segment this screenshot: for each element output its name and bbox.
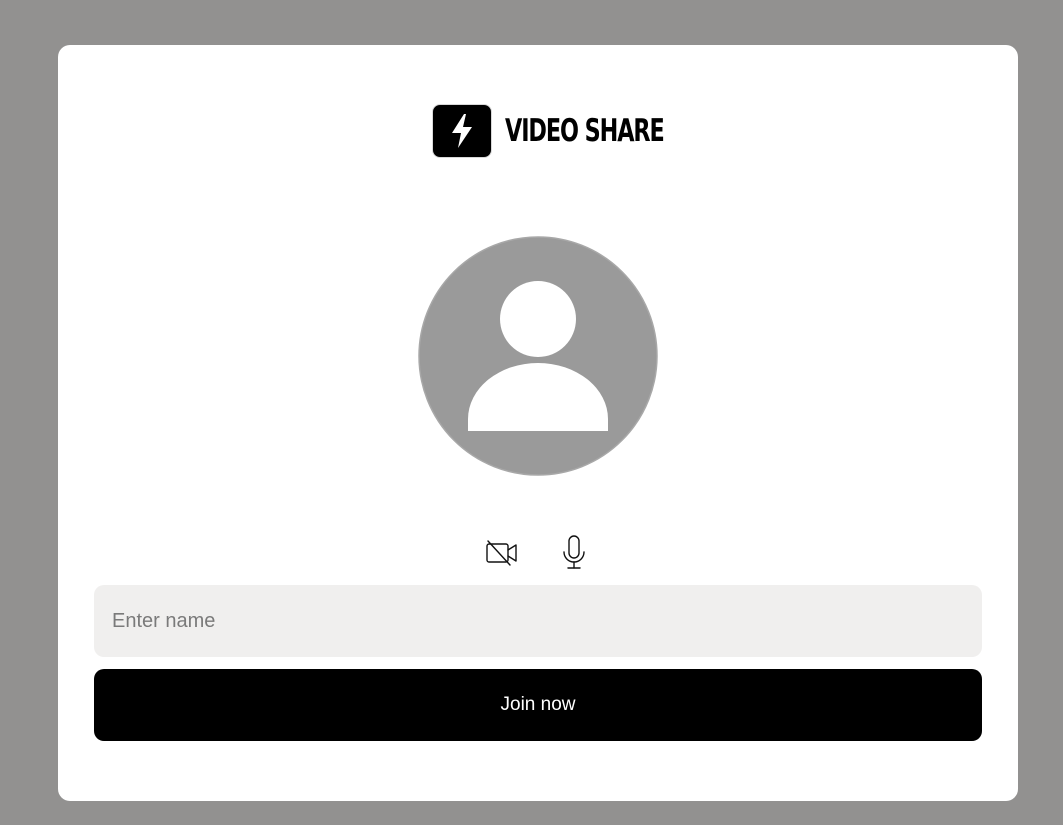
name-input[interactable] <box>94 585 982 657</box>
microphone-toggle-button[interactable] <box>554 534 594 576</box>
lightning-bolt-icon <box>432 104 492 158</box>
media-controls <box>58 534 1018 576</box>
user-placeholder-icon <box>418 236 658 476</box>
join-card: VIDEO SHARE Enter name Join now <box>58 45 1018 801</box>
brand: VIDEO SHARE <box>432 104 725 158</box>
join-now-button[interactable]: Join now <box>94 669 982 741</box>
microphone-icon <box>562 534 586 576</box>
camera-toggle-button[interactable] <box>482 535 522 575</box>
video-camera-off-icon <box>485 539 519 571</box>
brand-name: VIDEO SHARE <box>505 113 665 149</box>
